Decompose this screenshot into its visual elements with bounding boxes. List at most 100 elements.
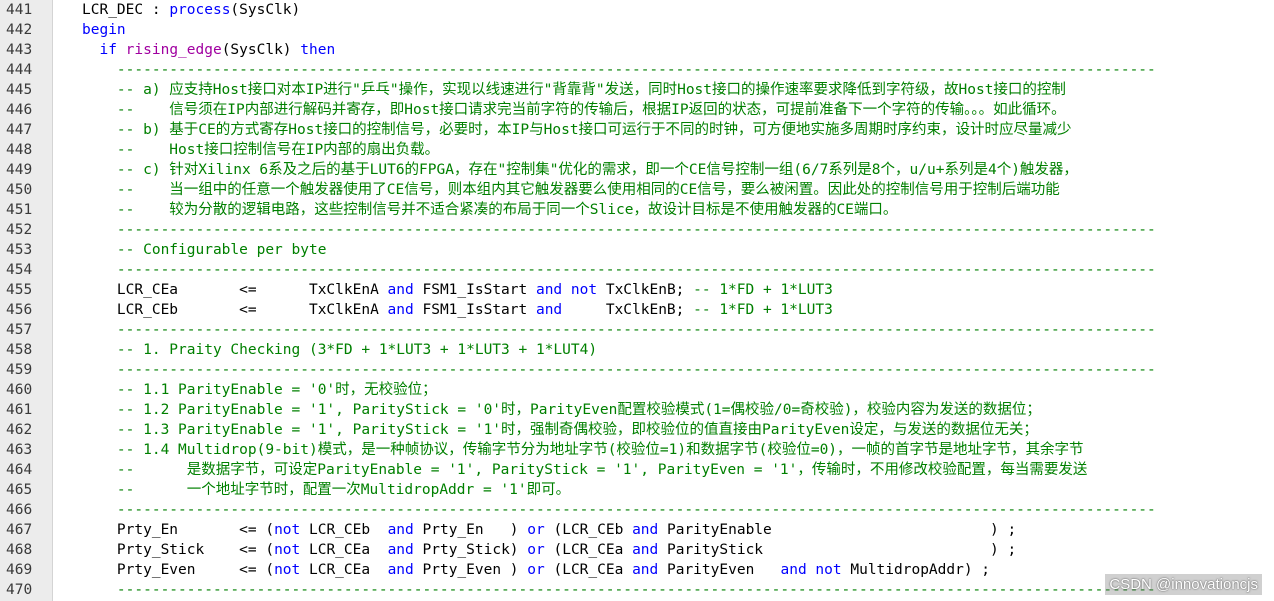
keyword-token: and	[387, 562, 414, 578]
code-line[interactable]: 469 Prty_Even <= (not LCR_CEa and Prty_E…	[0, 560, 1274, 580]
code-line[interactable]: 448 -- Host接口控制信号在IP内部的扇出负载。	[0, 140, 1274, 160]
code-line[interactable]: 449 -- c) 针对Xilinx 6系及之后的基于LUT6的FPGA，存在"…	[0, 160, 1274, 180]
code-token: ParityStick ) ;	[658, 542, 1017, 558]
line-number: 458	[6, 342, 33, 358]
code-line[interactable]: 467 Prty_En <= (not LCR_CEb and Prty_En …	[0, 520, 1274, 540]
line-code: -- c) 针对Xilinx 6系及之后的基于LUT6的FPGA，存在"控制集"…	[46, 160, 1274, 180]
line-number: 441	[6, 2, 33, 18]
code-token: (SysClk)	[221, 42, 301, 58]
code-line[interactable]: 443 if rising_edge(SysClk) then	[0, 40, 1274, 60]
code-line[interactable]: 458 -- 1. Praity Checking (3*FD + 1*LUT3…	[0, 340, 1274, 360]
line-code: -- Configurable per byte	[46, 240, 1274, 260]
code-line[interactable]: 455 LCR_CEa <= TxClkEnA and FSM1_IsStart…	[0, 280, 1274, 300]
code-line[interactable]: 445 -- a) 应支持Host接口对本IP进行"乒乓"操作，实现以线速进行"…	[0, 80, 1274, 100]
code-line[interactable]: 466 ------------------------------------…	[0, 500, 1274, 520]
line-number: 455	[6, 282, 33, 298]
line-number: 467	[6, 522, 33, 538]
code-line[interactable]: 452 ------------------------------------…	[0, 220, 1274, 240]
line-code: Prty_En <= (not LCR_CEb and Prty_En ) or…	[46, 520, 1274, 540]
code-line[interactable]: 461 -- 1.2 ParityEnable = '1', ParitySti…	[0, 400, 1274, 420]
line-number: 447	[6, 122, 33, 138]
code-lines: 441 LCR_DEC : process(SysClk) 442 begin 443 …	[0, 0, 1274, 600]
code-line[interactable]: 453 -- Configurable per byte	[0, 240, 1274, 260]
line-code: ----------------------------------------…	[46, 260, 1274, 280]
line-code: -- b) 基于CE的方式寄存Host接口的控制信号，必要时，本IP与Host接…	[46, 120, 1274, 140]
line-number: 442	[6, 22, 33, 38]
line-code: ----------------------------------------…	[46, 320, 1274, 340]
line-number: 445	[6, 82, 33, 98]
code-line[interactable]: 463 -- 1.4 Multidrop(9-bit)模式，是一种帧协议，传输字…	[0, 440, 1274, 460]
line-number: 470	[6, 582, 33, 598]
code-line[interactable]: 454 ------------------------------------…	[0, 260, 1274, 280]
comment-token: -- 较为分散的逻辑电路，这些控制信号并不适合紧凑的布局于同一个Slice，故设…	[116, 202, 898, 218]
keyword-token: or	[527, 562, 545, 578]
code-line[interactable]: 459 ------------------------------------…	[0, 360, 1274, 380]
code-line[interactable]: 441 LCR_DEC : process(SysClk)	[0, 0, 1274, 20]
line-code: -- 当一组中的任意一个触发器使用了CE信号，则本组内其它触发器要么使用相同的C…	[46, 180, 1274, 200]
code-token: LCR_CEb	[300, 522, 388, 538]
line-number: 449	[6, 162, 33, 178]
code-line[interactable]: 457 ------------------------------------…	[0, 320, 1274, 340]
code-line[interactable]: 464 -- 是数据字节，可设定ParityEnable = '1', Pari…	[0, 460, 1274, 480]
code-line[interactable]: 470 ------------------------------------…	[0, 580, 1274, 600]
code-token: LCR_DEC :	[82, 2, 170, 18]
keyword-token: not	[815, 562, 842, 578]
code-line[interactable]: 451 -- 较为分散的逻辑电路，这些控制信号并不适合紧凑的布局于同一个Slic…	[0, 200, 1274, 220]
code-line[interactable]: 468 Prty_Stick <= (not LCR_CEa and Prty_…	[0, 540, 1274, 560]
code-line[interactable]: 447 -- b) 基于CE的方式寄存Host接口的控制信号，必要时，本IP与H…	[0, 120, 1274, 140]
line-code: -- 1.2 ParityEnable = '1', ParityStick =…	[46, 400, 1274, 420]
comment-token: -- 当一组中的任意一个触发器使用了CE信号，则本组内其它触发器要么使用相同的C…	[116, 182, 1060, 198]
code-editor[interactable]: 441 LCR_DEC : process(SysClk) 442 begin 443 …	[0, 0, 1274, 601]
line-code: -- 较为分散的逻辑电路，这些控制信号并不适合紧凑的布局于同一个Slice，故设…	[46, 200, 1274, 220]
code-line[interactable]: 465 -- 一个地址字节时，配置一次MultidropAddr = '1'即可…	[0, 480, 1274, 500]
comment-token: -- c) 针对Xilinx 6系及之后的基于LUT6的FPGA，存在"控制集"…	[116, 162, 1078, 178]
code-line[interactable]: 442 begin	[0, 20, 1274, 40]
code-line[interactable]: 456 LCR_CEb <= TxClkEnA and FSM1_IsStart…	[0, 300, 1274, 320]
comment-token: -- 1.2 ParityEnable = '1', ParityStick =…	[116, 402, 1041, 418]
code-line[interactable]: 462 -- 1.3 ParityEnable = '1', ParitySti…	[0, 420, 1274, 440]
code-line[interactable]: 444 ------------------------------------…	[0, 60, 1274, 80]
line-code: -- 一个地址字节时，配置一次MultidropAddr = '1'即可。	[46, 480, 1274, 500]
code-token: TxClkEnB;	[562, 302, 694, 318]
keyword-token: if	[99, 42, 117, 58]
line-code: ----------------------------------------…	[46, 500, 1274, 520]
comment-token: -- Host接口控制信号在IP内部的扇出负载。	[116, 142, 440, 158]
code-token: LCR_CEa	[300, 562, 388, 578]
keyword-token: and	[632, 562, 659, 578]
line-number: 451	[6, 202, 33, 218]
keyword-token: and	[387, 282, 414, 298]
code-line[interactable]: 446 -- 信号须在IP内部进行解码并寄存，即Host接口请求完当前字符的传输…	[0, 100, 1274, 120]
line-number: 456	[6, 302, 33, 318]
line-code: -- 1.1 ParityEnable = '0'时，无校验位；	[46, 380, 1274, 400]
comment-token: ----------------------------------------…	[116, 582, 1156, 598]
line-code: -- 是数据字节，可设定ParityEnable = '1', ParitySt…	[46, 460, 1274, 480]
code-line[interactable]: 450 -- 当一组中的任意一个触发器使用了CE信号，则本组内其它触发器要么使用…	[0, 180, 1274, 200]
comment-token: -- 一个地址字节时，配置一次MultidropAddr = '1'即可。	[116, 482, 571, 498]
comment-token: ----------------------------------------…	[116, 62, 1156, 78]
comment-token: ----------------------------------------…	[116, 262, 1156, 278]
line-code: -- 1. Praity Checking (3*FD + 1*LUT3 + 1…	[46, 340, 1274, 360]
keyword-token: and	[780, 562, 807, 578]
line-number: 469	[6, 562, 33, 578]
comment-token: -- 是数据字节，可设定ParityEnable = '1', ParitySt…	[116, 462, 1088, 478]
keyword-token: not	[274, 542, 301, 558]
watermark: CSDN @innovationcjs	[1105, 574, 1262, 595]
line-number: 454	[6, 262, 33, 278]
line-code: LCR_CEa <= TxClkEnA and FSM1_IsStart and…	[46, 280, 1274, 300]
code-line[interactable]: 460 -- 1.1 ParityEnable = '0'时，无校验位；	[0, 380, 1274, 400]
line-code: LCR_DEC : process(SysClk)	[46, 0, 1274, 20]
line-number: 466	[6, 502, 33, 518]
comment-token: ----------------------------------------…	[116, 502, 1156, 518]
